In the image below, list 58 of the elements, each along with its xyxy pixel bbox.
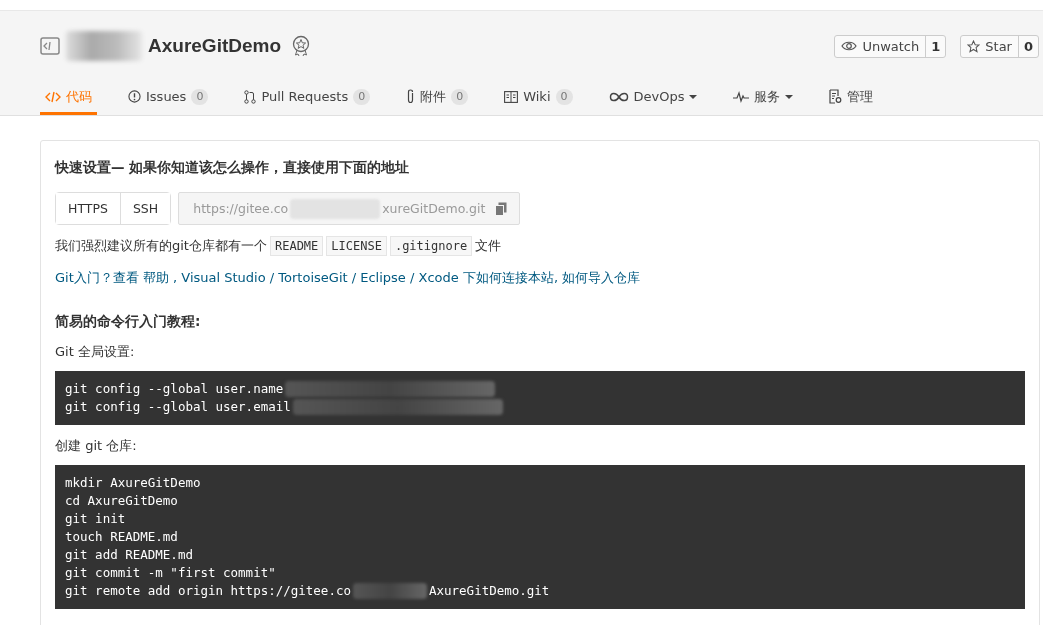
- code-icon: [45, 90, 61, 103]
- watch-control[interactable]: Unwatch 1: [834, 34, 947, 58]
- file-name: .gitignore: [389, 236, 473, 256]
- code-line: cd AxureGitDemo: [65, 492, 178, 510]
- eye-icon: [841, 40, 858, 52]
- pull-request-icon: [244, 89, 257, 104]
- unwatch-button[interactable]: Unwatch: [835, 35, 926, 57]
- tab[interactable]: Pull Requests 0: [239, 81, 376, 115]
- section-title: 简易的命令行入门教程:: [55, 313, 202, 331]
- count-badge: 0: [451, 88, 469, 105]
- protocol-button[interactable]: SSH: [119, 193, 171, 224]
- count-badge: 0: [191, 88, 209, 105]
- tab[interactable]: 服务: [728, 81, 799, 115]
- help-link[interactable]: Visual Studio: [181, 270, 266, 285]
- code-line: git config --global user.email: [65, 398, 291, 416]
- tab[interactable]: Issues 0: [123, 81, 214, 115]
- tab[interactable]: 管理: [824, 81, 879, 115]
- code-line: touch README.md: [65, 528, 178, 546]
- star-icon: [967, 39, 981, 53]
- pulse-icon: [733, 90, 750, 103]
- code-line: git init: [65, 510, 126, 528]
- code-line: git config --global user.name: [65, 380, 284, 398]
- code-line: git remote add origin https://gitee.co: [65, 582, 351, 600]
- paperclip-icon: [406, 89, 416, 104]
- help-link[interactable]: 如何导入仓库: [562, 270, 641, 285]
- help-link[interactable]: Eclipse: [360, 270, 406, 285]
- section-label: Git 全局设置:: [55, 343, 136, 361]
- copy-icon[interactable]: [495, 201, 508, 216]
- help-link[interactable]: TortoiseGit: [278, 270, 348, 285]
- count-label: 1: [925, 35, 946, 57]
- repository-name[interactable]: AxureGitDemo: [148, 35, 282, 57]
- count-badge: 0: [353, 88, 371, 105]
- badge-icon: [291, 35, 312, 57]
- infinity-icon: [608, 91, 629, 102]
- code-line: mkdir AxureGitDemo: [65, 474, 201, 492]
- recommendation-suffix: 文件: [475, 237, 502, 255]
- count-label: 0: [1017, 35, 1038, 57]
- recommendation-text: 我们强烈建议所有的git仓库都有一个: [55, 237, 267, 255]
- section-label: 创建 git 仓库:: [55, 437, 138, 455]
- code-line: AxureGitDemo.git: [429, 582, 550, 600]
- section-title: 快速设置— 如果你知道该怎么操作，直接使用下面的地址: [55, 159, 411, 177]
- book-icon: [504, 90, 519, 103]
- document-gear-icon: [829, 89, 843, 104]
- help-links-text: Git入门？查看 帮助 , Visual Studio / TortoiseGit / Eclipse / Xcode 下如何连接本站, 如何导入仓库: [55, 269, 642, 287]
- tab[interactable]: Wiki 0: [499, 81, 578, 115]
- tab[interactable]: DevOps: [603, 81, 703, 115]
- repository-icon: [40, 37, 60, 55]
- file-name: README: [269, 236, 324, 256]
- help-link[interactable]: 帮助: [142, 270, 169, 285]
- count-badge: 0: [555, 88, 573, 105]
- tab[interactable]: 附件 0: [401, 81, 474, 115]
- code-line: git commit -m "first commit": [65, 564, 276, 582]
- star-button[interactable]: Star: [961, 35, 1018, 57]
- file-name: LICENSE: [326, 236, 387, 256]
- star-control[interactable]: Star 0: [960, 34, 1039, 58]
- code-line: git add README.md: [65, 546, 193, 564]
- exclamation-circle-icon: [128, 90, 141, 103]
- help-link[interactable]: Xcode: [418, 270, 459, 285]
